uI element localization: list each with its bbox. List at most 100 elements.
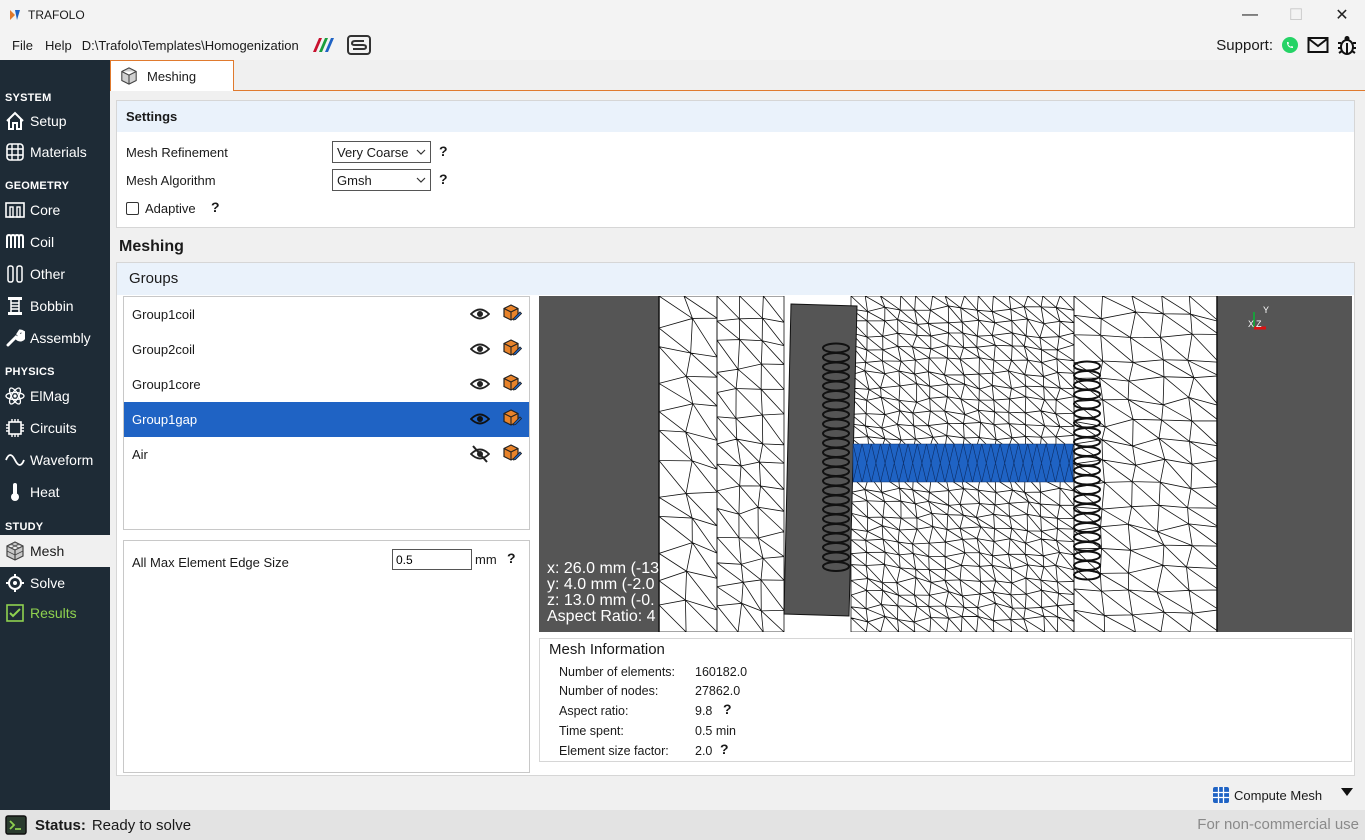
list-item[interactable]: Group2coil: [124, 332, 529, 367]
email-icon[interactable]: [1307, 36, 1329, 54]
tab-meshing[interactable]: Meshing: [110, 60, 234, 91]
sidebar-item-waveform[interactable]: Waveform: [0, 444, 110, 476]
sidebar-item-results[interactable]: Results: [0, 599, 110, 627]
sidebar-item-label: Bobbin: [30, 298, 74, 314]
chevron-down-icon: [416, 177, 426, 183]
visibility-eye-icon[interactable]: [470, 340, 490, 358]
edge-size-label: All Max Element Edge Size: [132, 554, 289, 570]
section-physics: PHYSICS: [5, 366, 55, 378]
meshing-heading: Meshing: [119, 238, 184, 255]
atom-icon: [5, 387, 25, 405]
mesh-info-title: Mesh Information: [549, 641, 669, 658]
tab-bar: Meshing: [110, 60, 1365, 91]
mesh-settings-cube-icon[interactable]: [502, 374, 522, 394]
settings-title: Settings: [117, 101, 1354, 132]
coil-icon: [6, 233, 24, 248]
sidebar-item-solve[interactable]: Solve: [0, 567, 110, 599]
mesh-refinement-select[interactable]: Very Coarse: [332, 141, 431, 163]
group-name: Air: [132, 447, 148, 462]
coord-z: z: 13.0 mm (-0.: [547, 592, 655, 609]
sidebar-item-core[interactable]: Core: [0, 194, 110, 226]
results-check-icon: [6, 604, 24, 622]
mesh-settings-cube-icon[interactable]: [502, 339, 522, 359]
help-icon[interactable]: ?: [723, 701, 732, 717]
sidebar-item-elmag[interactable]: ElMag: [0, 380, 110, 412]
mesh-settings-cube-icon[interactable]: [502, 304, 522, 324]
chevron-down-icon: [416, 149, 426, 155]
compute-mesh-button[interactable]: Compute Mesh: [1212, 784, 1322, 806]
group-name: Group2coil: [132, 342, 195, 357]
title-bar: TRAFOLO — ☐ ✕: [0, 0, 1365, 30]
sidebar-item-label: Waveform: [30, 452, 94, 468]
mesh-algorithm-select[interactable]: Gmsh: [332, 169, 431, 191]
nodes-value: 27862.0: [695, 684, 741, 698]
group-name: Group1gap: [132, 412, 198, 427]
adaptive-checkbox[interactable]: [126, 201, 139, 215]
support-label: Support:: [1216, 36, 1273, 54]
sidebar-item-materials[interactable]: Materials: [0, 136, 110, 168]
project-path: D:\Trafolo\Templates\Homogenization: [81, 37, 299, 53]
sidebar-item-assembly[interactable]: Assembly: [0, 322, 110, 354]
mesh-render: [539, 296, 1352, 632]
sidebar-item-mesh[interactable]: Mesh: [0, 535, 110, 567]
section-system: SYSTEM: [5, 92, 52, 104]
sidebar-item-circuits[interactable]: Circuits: [0, 412, 110, 444]
whatsapp-icon[interactable]: [1281, 36, 1299, 54]
edge-size-input[interactable]: [392, 549, 472, 570]
sidebar-item-label: Heat: [30, 484, 60, 500]
close-button[interactable]: ✕: [1319, 0, 1365, 30]
maximize-button[interactable]: ☐: [1273, 0, 1319, 30]
tab-label: Meshing: [147, 68, 197, 84]
help-icon[interactable]: ?: [720, 741, 729, 757]
menu-bar: File Help D:\Trafolo\Templates\Homogeniz…: [0, 30, 1365, 60]
section-geometry: GEOMETRY: [5, 180, 70, 192]
status-bar: Status: Ready to solve For non-commercia…: [0, 810, 1365, 840]
mesh-cube-icon: [6, 541, 24, 561]
visibility-eye-icon[interactable]: [470, 375, 490, 393]
home-icon: [6, 111, 24, 130]
aspect-label: Aspect ratio:: [559, 704, 629, 718]
menu-help[interactable]: Help: [39, 38, 78, 53]
list-item[interactable]: Group1core: [124, 367, 529, 402]
materials-globe-icon: [6, 143, 24, 161]
sidebar-item-other[interactable]: Other: [0, 258, 110, 290]
sidebar-item-label: Setup: [30, 113, 67, 129]
help-icon[interactable]: ?: [439, 171, 448, 187]
mesh-refinement-label: Mesh Refinement: [126, 144, 228, 160]
bug-report-icon[interactable]: [1337, 34, 1357, 56]
terminal-icon[interactable]: [5, 815, 27, 835]
paraview-icon[interactable]: [311, 36, 335, 54]
script-icon[interactable]: [346, 35, 371, 55]
sidebar-item-setup[interactable]: Setup: [0, 106, 110, 136]
visibility-hidden-icon[interactable]: [470, 445, 490, 463]
minimize-button[interactable]: —: [1227, 0, 1273, 30]
list-item[interactable]: Air: [124, 437, 529, 472]
sidebar-item-coil[interactable]: Coil: [0, 226, 110, 258]
app-title: TRAFOLO: [28, 8, 85, 22]
sidebar-item-label: Materials: [30, 144, 87, 160]
mesh-settings-cube-icon[interactable]: [502, 444, 522, 464]
help-icon[interactable]: ?: [439, 143, 448, 159]
chevron-down-icon[interactable]: [1340, 787, 1354, 797]
mesh-viewport[interactable]: x: 26.0 mm (-13 y: 4.0 mm (-2.0 z: 13.0 …: [539, 296, 1352, 632]
menu-file[interactable]: File: [6, 38, 39, 53]
axis-z-label: Z: [1256, 319, 1262, 329]
wrench-icon: [6, 329, 25, 347]
visibility-eye-icon[interactable]: [470, 410, 490, 428]
elements-value: 160182.0: [695, 665, 748, 679]
group-name: Group1core: [132, 377, 201, 392]
list-item[interactable]: Group1coil: [124, 297, 529, 332]
trafolo-logo-icon: [10, 10, 20, 20]
mesh-grid-icon: [1213, 787, 1229, 803]
thermometer-icon: [11, 483, 19, 501]
sidebar-item-bobbin[interactable]: Bobbin: [0, 290, 110, 322]
help-icon[interactable]: ?: [507, 550, 516, 566]
group-name: Group1coil: [132, 307, 195, 322]
list-item-selected[interactable]: Group1gap: [124, 402, 529, 437]
help-icon[interactable]: ?: [211, 199, 220, 215]
visibility-eye-icon[interactable]: [470, 305, 490, 323]
sidebar-item-heat[interactable]: Heat: [0, 476, 110, 508]
mesh-settings-cube-icon[interactable]: [502, 409, 522, 429]
sidebar-item-label: Circuits: [30, 420, 77, 436]
edge-size-panel: All Max Element Edge Size mm ?: [123, 540, 530, 773]
